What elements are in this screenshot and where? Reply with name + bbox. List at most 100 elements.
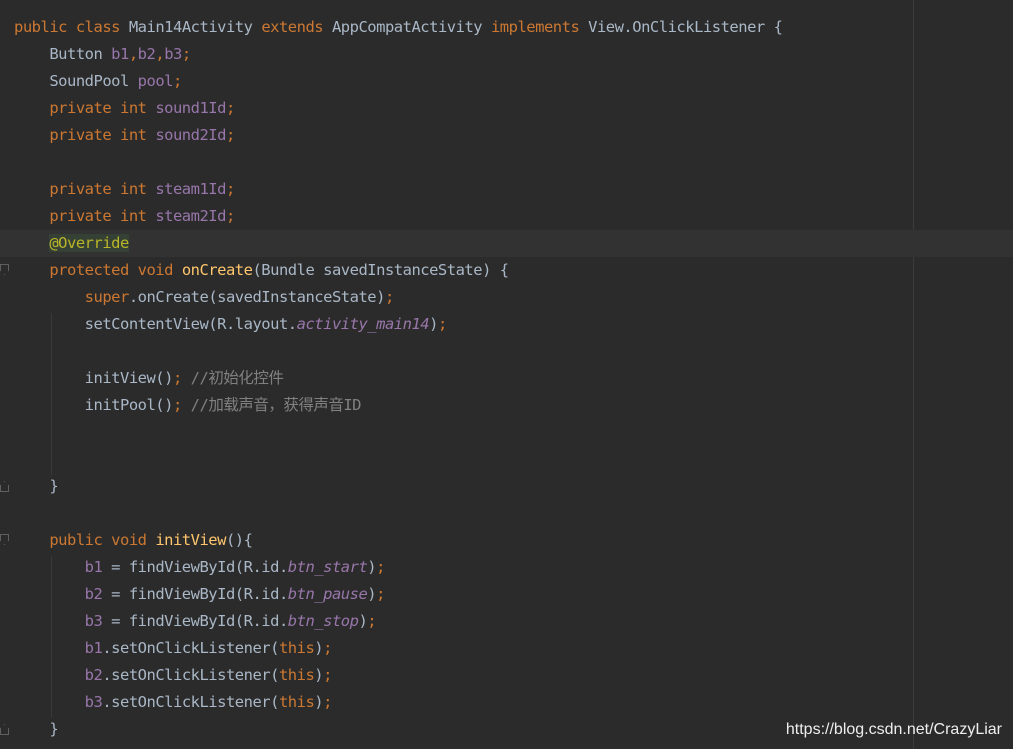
watermark-text: https://blog.csdn.net/CrazyLiar [785, 721, 1002, 738]
code-token-field: b1 [84, 558, 112, 576]
code-token-plain: initView() [14, 369, 174, 387]
code-token-method: initView [155, 531, 226, 549]
editor-gutter [0, 0, 14, 749]
code-line[interactable]: private int steam1Id; [14, 176, 782, 203]
code-line[interactable]: ​ [14, 446, 782, 473]
code-token-punct: ; [225, 99, 235, 117]
code-token-plain: SoundPool [14, 72, 138, 90]
code-line[interactable]: ​ [14, 500, 782, 527]
code-token-plain: Main14Activity [128, 18, 262, 36]
code-token-punct: ; [376, 558, 385, 576]
code-line[interactable]: private int sound2Id; [14, 122, 782, 149]
code-token-keyword: implements [490, 18, 589, 36]
code-line[interactable]: b1 = findViewById(R.id.btn_start); [14, 554, 782, 581]
code-token-field: b3 [84, 612, 112, 630]
code-token-punct: , [155, 45, 165, 63]
code-line[interactable]: private int sound1Id; [14, 95, 782, 122]
code-token-punct: ; [181, 45, 191, 63]
code-token-keyword: private int [14, 126, 156, 144]
code-token-plain: (){ [225, 531, 253, 549]
code-line[interactable]: b2.setOnClickListener(this); [14, 662, 782, 689]
code-line[interactable]: b1.setOnClickListener(this); [14, 635, 782, 662]
code-token-plain: = findViewById(R.id. [111, 558, 288, 576]
code-line[interactable]: ​ [14, 419, 782, 446]
code-line[interactable]: initView(); //初始化控件 [14, 365, 782, 392]
right-margin-guide [913, 0, 914, 749]
code-token-punct: ; [225, 180, 235, 198]
code-token-plain: = findViewById(R.id. [111, 612, 288, 630]
code-token-keyword: protected void [14, 261, 182, 279]
code-editor[interactable]: public class Main14Activity extends AppC… [0, 0, 1013, 749]
code-line[interactable]: Button b1,b2,b3; [14, 41, 782, 68]
code-line[interactable]: ​ [14, 338, 782, 365]
code-token-punct: ; [172, 396, 191, 414]
code-token-punct: ; [225, 126, 235, 144]
code-token-field: b2 [137, 45, 156, 63]
code-token-punct: ; [172, 369, 191, 387]
code-token-plain: initPool() [14, 396, 174, 414]
code-line[interactable]: private int steam2Id; [14, 203, 782, 230]
code-token-static: activity_main14 [296, 315, 430, 333]
code-token-keyword: private int [14, 180, 156, 198]
code-line[interactable]: b2 = findViewById(R.id.btn_pause); [14, 581, 782, 608]
code-token-field: steam2Id [155, 207, 226, 225]
code-token-keyword: private int [14, 99, 156, 117]
code-token-keyword: this [278, 666, 315, 684]
code-token-static: btn_pause [287, 585, 368, 603]
code-line[interactable]: @Override [14, 230, 782, 257]
code-token-comment: //加载声音，获得声音ID [190, 396, 362, 414]
code-token-plain: (Bundle savedInstanceState) { [252, 261, 509, 279]
code-token-comment: //初始化控件 [190, 369, 284, 387]
code-token-plain: Button [14, 45, 112, 63]
code-line[interactable]: b3 = findViewById(R.id.btn_stop); [14, 608, 782, 635]
code-token-plain: } [14, 720, 59, 738]
code-token-punct: ; [323, 639, 332, 657]
code-token-plain: View.OnClickListener { [588, 18, 783, 36]
code-token-plain: ) [429, 315, 438, 333]
code-token-plain: } [14, 477, 59, 495]
code-line[interactable]: ​ [14, 149, 782, 176]
code-token-field: b1 [111, 45, 129, 63]
code-token-keyword: public void [14, 531, 156, 549]
code-token-plain: ) [314, 666, 324, 684]
code-token-field: steam1Id [155, 180, 226, 198]
code-token-static: btn_stop [287, 612, 359, 630]
code-token-field: b2 [84, 666, 103, 684]
code-token-plain: .setOnClickListener( [102, 666, 279, 684]
code-line[interactable]: initPool(); //加载声音，获得声音ID [14, 392, 782, 419]
code-token-field: pool [137, 72, 174, 90]
code-line[interactable]: protected void onCreate(Bundle savedInst… [14, 257, 782, 284]
code-line[interactable]: public class Main14Activity extends AppC… [14, 14, 783, 41]
code-token-punct: ; [437, 315, 447, 333]
code-token-plain: setContentView(R.layout. [14, 315, 297, 333]
code-token-keyword: this [278, 693, 315, 711]
code-token-field: b2 [84, 585, 112, 603]
code-token-method: onCreate [181, 261, 253, 279]
code-token-punct: , [128, 45, 138, 63]
code-line[interactable]: SoundPool pool; [14, 68, 782, 95]
code-token-field: sound2Id [155, 126, 226, 144]
code-line[interactable]: setContentView(R.layout.activity_main14)… [14, 311, 782, 338]
code-token-punct: ; [376, 585, 385, 603]
code-token-keyword: public class [14, 18, 129, 36]
code-token-punct: ; [367, 612, 377, 630]
code-line[interactable]: public void initView(){ [14, 527, 782, 554]
code-token-plain: ) [367, 558, 377, 576]
code-line[interactable]: b3.setOnClickListener(this); [14, 689, 782, 716]
code-token-punct: ; [384, 288, 394, 306]
code-line[interactable]: } [14, 716, 782, 743]
code-token-plain: .setOnClickListener( [102, 639, 279, 657]
code-token-plain: ) [314, 639, 324, 657]
code-token-plain: AppCompatActivity [331, 18, 491, 36]
code-token-plain: ) [358, 612, 368, 630]
code-token-keyword: this [278, 639, 315, 657]
code-line[interactable]: super.onCreate(savedInstanceState); [14, 284, 782, 311]
code-text[interactable]: public class Main14Activity extends AppC… [14, 14, 783, 743]
code-token-field: b3 [84, 693, 103, 711]
code-line[interactable]: } [14, 473, 782, 500]
